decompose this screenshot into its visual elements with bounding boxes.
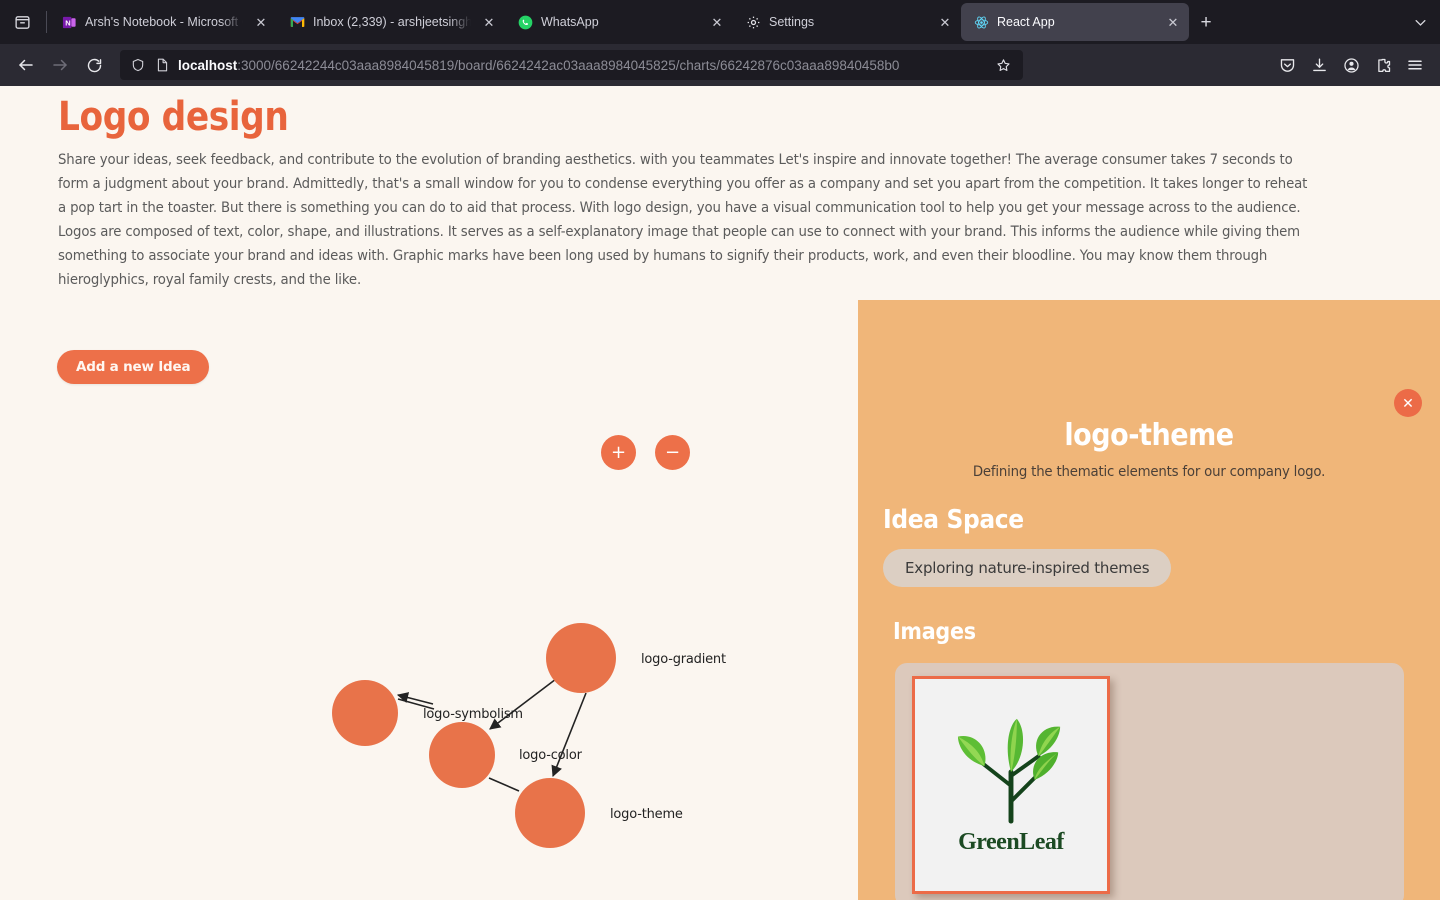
idea-graph-svg (332, 623, 616, 848)
gmail-icon (289, 14, 305, 30)
browser-tab-4[interactable]: React App ✕ (961, 3, 1189, 41)
browser-tab-1[interactable]: Inbox (2,339) - arshjeetsingh123 ✕ (277, 3, 505, 41)
extensions-icon[interactable] (1368, 50, 1398, 80)
gear-icon (745, 14, 761, 30)
forward-button[interactable] (44, 49, 76, 81)
leaf-sprout-icon (957, 718, 1061, 824)
page-icon (154, 57, 170, 73)
new-tab-button[interactable]: + (1189, 6, 1223, 40)
onenote-icon: N (61, 14, 77, 30)
close-icon[interactable]: ✕ (479, 12, 499, 32)
page-description: Share your ideas, seek feedback, and con… (58, 152, 1308, 288)
address-bar[interactable]: localhost:3000/66242244c03aaa8984045819/… (120, 50, 1023, 80)
downloads-icon[interactable] (1304, 50, 1334, 80)
page-title: Logo design (58, 94, 289, 140)
graph-node-logo-gradient (546, 623, 616, 693)
reload-button[interactable] (78, 49, 110, 81)
browser-tab-title: Arsh's Notebook - Microsoft On (85, 15, 243, 29)
react-icon (973, 14, 989, 30)
idea-detail-panel: logo-theme Defining the thematic element… (858, 300, 1440, 900)
image-card[interactable]: GreenLeaf (895, 663, 1404, 900)
navigation-toolbar: localhost:3000/66242244c03aaa8984045819/… (0, 44, 1440, 86)
close-icon[interactable]: ✕ (1163, 12, 1183, 32)
account-icon[interactable] (1336, 50, 1366, 80)
app-menu-icon[interactable] (1400, 50, 1430, 80)
browser-tab-2[interactable]: WhatsApp ✕ (505, 3, 733, 41)
graph-node-label-logo-symbolism: logo-symbolism (423, 707, 523, 722)
graph-node-label-logo-gradient: logo-gradient (641, 652, 726, 667)
list-all-tabs-button[interactable] (1400, 2, 1440, 42)
back-button[interactable] (10, 49, 42, 81)
star-icon[interactable] (991, 53, 1015, 77)
graph-node-label-logo-theme: logo-theme (610, 807, 683, 822)
graph-node-label-logo-color: logo-color (519, 748, 582, 763)
graph-node-logo-theme (515, 778, 585, 848)
close-icon[interactable]: ✕ (935, 12, 955, 32)
close-icon[interactable]: ✕ (707, 12, 727, 32)
whatsapp-icon (517, 14, 533, 30)
graph-edge (396, 692, 434, 705)
greenleaf-logo-icon: GreenLeaf (952, 715, 1070, 856)
close-icon[interactable]: ✕ (251, 12, 271, 32)
browser-tab-3[interactable]: Settings ✕ (733, 3, 961, 41)
browser-tab-title: React App (997, 15, 1055, 29)
idea-chip-list: Exploring nature-inspired themes (883, 549, 1440, 587)
pocket-icon[interactable] (1272, 50, 1302, 80)
browser-tab-title: Settings (769, 15, 815, 29)
svg-text:N: N (65, 18, 70, 27)
browser-window: N Arsh's Notebook - Microsoft On ✕ Inbox… (0, 0, 1440, 900)
browser-tab-title: Inbox (2,339) - arshjeetsingh123 (313, 15, 471, 29)
idea-chip[interactable]: Exploring nature-inspired themes (883, 549, 1172, 587)
image-thumbnail[interactable]: GreenLeaf (912, 676, 1110, 894)
greenleaf-wordmark: GreenLeaf (958, 828, 1064, 855)
graph-edge (551, 692, 587, 778)
page-content: Logo design Share your ideas, seek feedb… (0, 86, 1440, 900)
idea-graph[interactable]: logo-gradient logo-symbolism logo-color … (0, 416, 858, 900)
graph-node-logo-symbolism (332, 680, 398, 746)
panel-subtitle: Defining the thematic elements for our c… (972, 464, 1326, 480)
url-text: localhost:3000/66242244c03aaa8984045819/… (178, 58, 983, 73)
panel-title: logo-theme (1064, 418, 1234, 453)
images-heading: Images (893, 619, 976, 645)
browser-tab-title: WhatsApp (541, 15, 599, 29)
close-panel-button[interactable]: ✕ (1394, 389, 1422, 417)
tab-strip-divider (46, 11, 47, 33)
shield-icon[interactable] (130, 57, 146, 73)
graph-edge (488, 777, 520, 792)
url-path: :3000/66242244c03aaa8984045819/board/662… (237, 57, 900, 73)
idea-space-heading: Idea Space (883, 505, 1024, 535)
url-host: localhost (178, 57, 238, 73)
browser-tab-0[interactable]: N Arsh's Notebook - Microsoft On ✕ (49, 3, 277, 41)
tab-list-icon[interactable] (0, 0, 44, 44)
graph-node-logo-color (429, 722, 495, 788)
tab-strip: N Arsh's Notebook - Microsoft On ✕ Inbox… (0, 0, 1440, 44)
add-new-idea-button[interactable]: Add a new Idea (57, 350, 210, 384)
